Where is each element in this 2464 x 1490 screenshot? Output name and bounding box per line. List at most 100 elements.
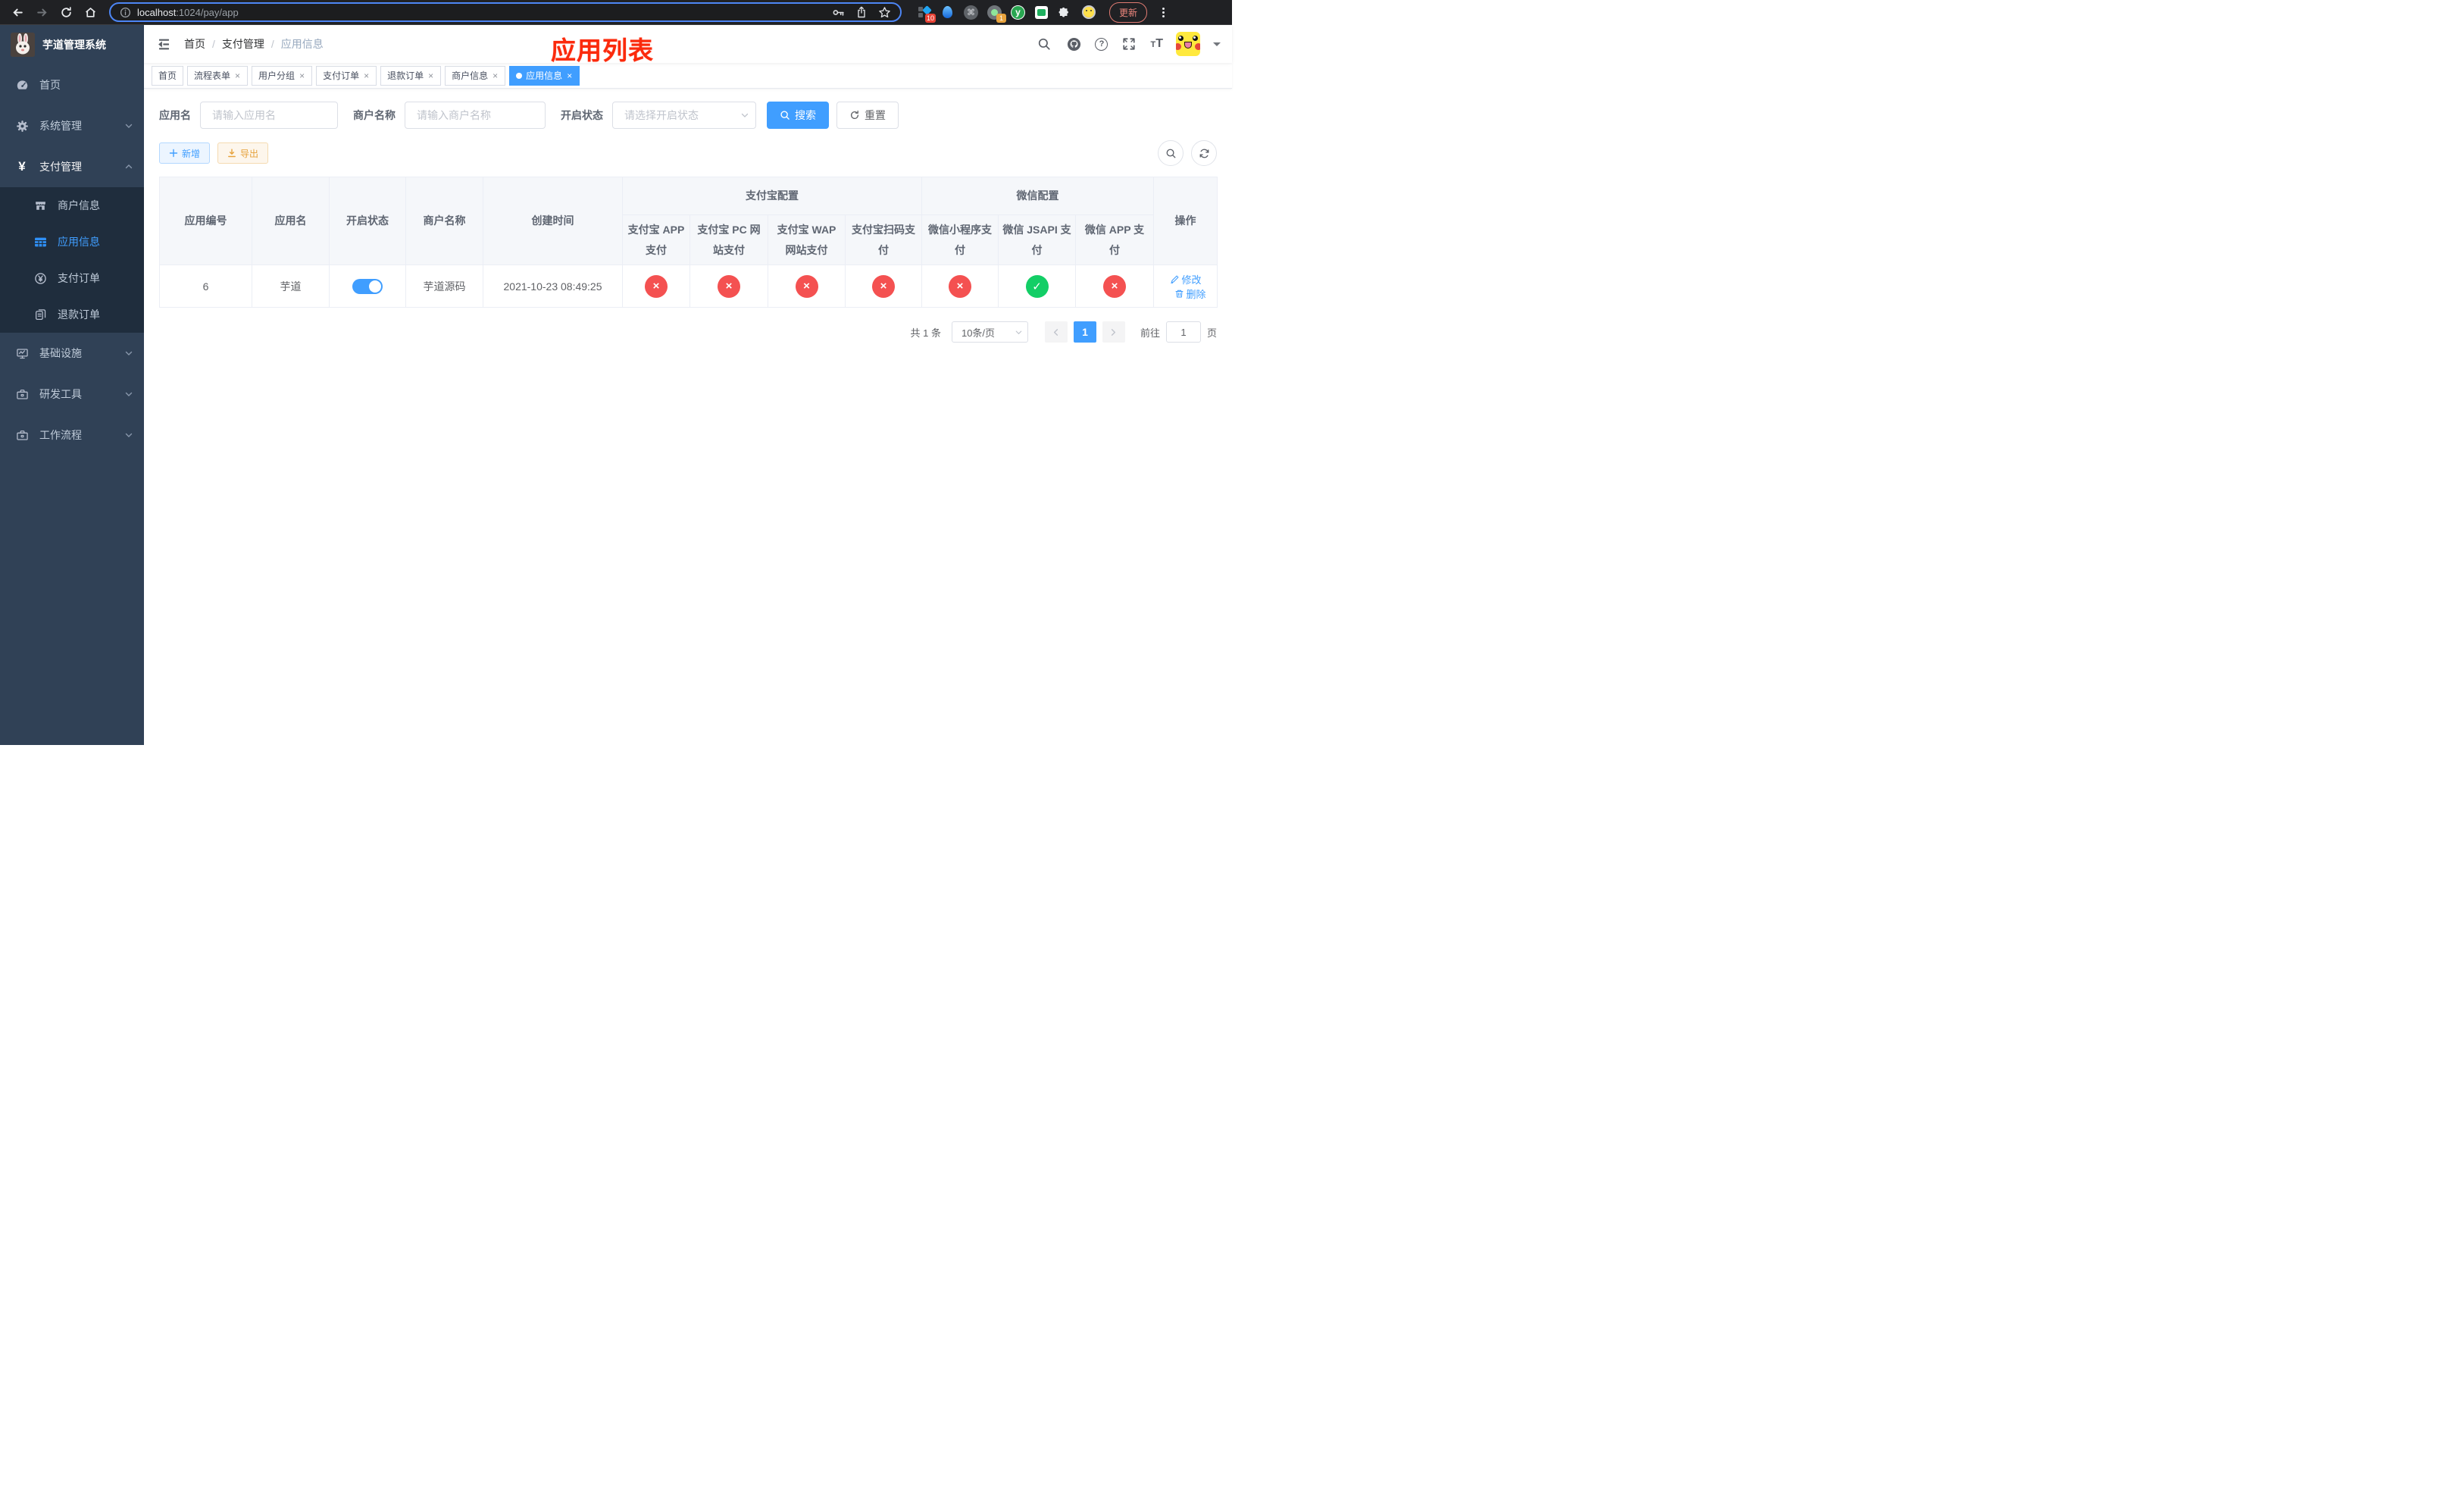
tab-app-info[interactable]: 应用信息 ×	[509, 65, 580, 86]
close-icon[interactable]: ×	[427, 70, 434, 81]
payment-submenu: 商户信息 应用信息 支付订单 退款订单	[0, 187, 144, 333]
active-dot	[516, 72, 523, 79]
sidebar-item-workflow[interactable]: 工作流程	[0, 415, 144, 455]
balloon-extension-icon[interactable]	[940, 5, 955, 20]
search-form: 应用名 商户名称 开启状态 请选择开启状态 搜索	[159, 102, 1217, 129]
tab-user-group[interactable]: 用户分组 ×	[252, 65, 313, 86]
sidebar-item-home[interactable]: 首页	[0, 64, 144, 105]
edit-link[interactable]: 修改	[1170, 272, 1202, 286]
page-size-select[interactable]: 10条/页	[951, 321, 1028, 343]
close-icon[interactable]: ×	[363, 70, 370, 81]
sidebar-logo[interactable]: 芋道管理系统	[0, 25, 144, 64]
cell-alipay-qr: ×	[845, 265, 922, 308]
browser-forward-button[interactable]	[32, 2, 52, 22]
font-size-icon[interactable]: TT	[1150, 37, 1163, 51]
cell-created: 2021-10-23 08:49:25	[483, 265, 623, 308]
address-bar[interactable]: localhost:1024/pay/app	[109, 2, 902, 22]
chrome-update-button[interactable]: 更新	[1109, 2, 1148, 23]
sidebar-item-app-info[interactable]: 应用信息	[0, 224, 144, 260]
user-avatar[interactable]	[1176, 32, 1200, 56]
extension-strip: 10 ⌘ 1 y	[917, 5, 1096, 23]
page-jump-input[interactable]	[1165, 321, 1201, 343]
sidebar-item-label: 工作流程	[39, 429, 82, 441]
app-name-label: 应用名	[159, 109, 191, 121]
enabled-toggle[interactable]	[352, 278, 383, 294]
chevron-down-icon	[124, 390, 133, 399]
tab-refund-order[interactable]: 退款订单 ×	[380, 65, 442, 86]
share-icon[interactable]	[855, 6, 868, 18]
extension-badge: 10	[924, 13, 936, 23]
sidebar-item-merchant-info[interactable]: 商户信息	[0, 187, 144, 224]
page-number-1[interactable]: 1	[1073, 321, 1096, 343]
app-title: 芋道管理系统	[42, 39, 106, 51]
header-search-icon[interactable]	[1036, 36, 1052, 52]
delete-link[interactable]: 删除	[1174, 286, 1206, 301]
reset-button[interactable]: 重置	[836, 102, 899, 129]
col-enabled: 开启状态	[329, 176, 406, 266]
breadcrumb-home[interactable]: 首页	[184, 36, 205, 52]
y-extension-icon[interactable]: y	[1011, 5, 1025, 20]
top-navbar: 首页 / 支付管理 / 应用信息 ? TT	[144, 25, 1232, 63]
close-icon[interactable]: ×	[492, 70, 499, 81]
fullscreen-icon[interactable]	[1121, 36, 1137, 52]
add-button[interactable]: 新增	[159, 142, 211, 164]
tab-pay-order[interactable]: 支付订单 ×	[316, 65, 377, 86]
command-extension-icon[interactable]: ⌘	[964, 5, 978, 20]
status-cross-icon: ×	[949, 274, 971, 298]
breadcrumb: 首页 / 支付管理 / 应用信息	[184, 36, 324, 52]
sidebar-item-system[interactable]: 系统管理	[0, 105, 144, 146]
help-icon[interactable]: ?	[1095, 37, 1108, 51]
merchant-name-input[interactable]	[405, 102, 546, 129]
sidebar-item-refund-order[interactable]: 退款订单	[0, 296, 144, 333]
browser-back-button[interactable]	[8, 2, 27, 22]
search-button[interactable]: 搜索	[767, 102, 829, 129]
bookmark-star-icon[interactable]	[878, 6, 891, 19]
sidebar-item-devtools[interactable]: 研发工具	[0, 374, 144, 415]
col-wechat-jsapi: 微信 JSAPI 支付	[998, 214, 1076, 266]
browser-menu-button[interactable]	[1159, 5, 1168, 20]
app-table: 应用编号 应用名 开启状态 商户名称 创建时间 支付宝配置 微信配置 操作 支付…	[159, 176, 1218, 308]
pinned-tabs-extension-icon[interactable]: 10	[917, 5, 936, 23]
sidebar-item-payment[interactable]: ¥ 支付管理	[0, 146, 144, 187]
chat-extension-icon[interactable]	[1034, 5, 1049, 20]
close-icon[interactable]: ×	[234, 70, 241, 81]
tab-merchant-info[interactable]: 商户信息 ×	[445, 65, 506, 86]
emoji-extension-icon[interactable]	[1081, 5, 1096, 20]
close-icon[interactable]: ×	[566, 70, 573, 81]
browser-home-button[interactable]	[80, 2, 100, 22]
page-unit-label: 页	[1206, 327, 1217, 339]
goto-label: 前往	[1140, 327, 1160, 339]
github-icon[interactable]	[1065, 36, 1082, 52]
sidebar-item-pay-order[interactable]: 支付订单	[0, 260, 144, 296]
tab-home[interactable]: 首页	[152, 65, 184, 86]
avatar-caret-icon[interactable]	[1213, 42, 1221, 50]
breadcrumb-payment[interactable]: 支付管理	[222, 36, 264, 52]
hide-search-button[interactable]	[1158, 140, 1184, 166]
proxy-extension-icon[interactable]: 1	[987, 5, 1006, 23]
sidebar-fold-icon[interactable]	[155, 36, 172, 52]
col-alipay-pc: 支付宝 PC 网站支付	[689, 214, 768, 266]
browser-reload-button[interactable]	[56, 2, 76, 22]
sidebar-item-infra[interactable]: 基础设施	[0, 333, 144, 374]
chevron-down-icon	[740, 111, 749, 120]
puzzle-extensions-icon[interactable]	[1058, 5, 1072, 20]
sidebar-item-label: 系统管理	[39, 120, 82, 132]
sidebar-item-label: 基础设施	[39, 347, 82, 359]
sidebar-item-label: 研发工具	[39, 388, 82, 400]
prev-page-button[interactable]	[1044, 321, 1068, 343]
tab-process-form[interactable]: 流程表单 ×	[187, 65, 249, 86]
app-name-input[interactable]	[200, 102, 338, 129]
password-key-icon[interactable]	[832, 6, 845, 19]
sidebar-item-label: 退款订单	[58, 308, 100, 321]
chevron-down-icon	[124, 430, 133, 440]
table-row: 6 芋道 芋道源码 2021-10-23 08:49:25 × × × × × …	[159, 265, 1218, 308]
table-toolbar: 新增 导出	[159, 140, 1217, 166]
site-info-icon[interactable]	[120, 7, 131, 18]
close-icon[interactable]: ×	[299, 70, 305, 81]
cell-actions: 修改 删除	[1153, 265, 1218, 308]
refresh-button[interactable]	[1191, 140, 1217, 166]
next-page-button[interactable]	[1102, 321, 1125, 343]
status-select[interactable]: 请选择开启状态	[612, 102, 756, 129]
url-text: localhost:1024/pay/app	[137, 6, 239, 18]
export-button[interactable]: 导出	[217, 142, 269, 164]
